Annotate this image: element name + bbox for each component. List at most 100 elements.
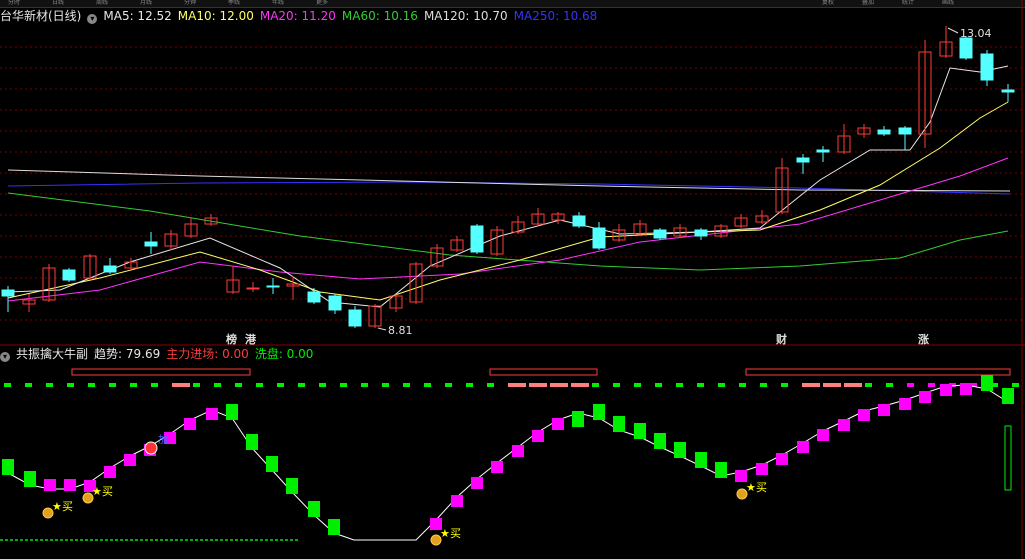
signal-dash-151 bbox=[151, 383, 158, 387]
trend-bar-10 bbox=[206, 408, 218, 420]
signal-dash-319 bbox=[319, 383, 326, 387]
signal-dash-823 bbox=[823, 383, 841, 387]
signal-dash-571 bbox=[571, 383, 589, 387]
trend-bar-14 bbox=[286, 478, 298, 494]
signal-dash-172 bbox=[172, 383, 190, 387]
candle-body-12 bbox=[246, 287, 260, 290]
trend-bar-31 bbox=[634, 423, 646, 439]
signal-dash-802 bbox=[802, 383, 820, 387]
signal-dash-46 bbox=[46, 383, 53, 387]
trend-bar-47 bbox=[960, 383, 972, 395]
signal-dash-907 bbox=[907, 383, 914, 387]
signal-dash-655 bbox=[655, 383, 662, 387]
trend-bar-49 bbox=[1002, 388, 1014, 404]
signal-dash-361 bbox=[361, 383, 368, 387]
trend-bar-42 bbox=[858, 409, 870, 421]
chart-canvas[interactable]: 13.048.81★ 买★ 买★ 买★ 买加 bbox=[0, 0, 1025, 559]
trend-bar-3 bbox=[64, 479, 76, 491]
candle-body-40 bbox=[816, 149, 830, 153]
trend-bar-40 bbox=[817, 429, 829, 441]
candle-body-13 bbox=[266, 285, 280, 288]
trend-bar-15 bbox=[308, 501, 320, 517]
signal-dash-1012 bbox=[1012, 383, 1019, 387]
trend-bar-6 bbox=[124, 454, 136, 466]
signal-dash-844 bbox=[844, 383, 862, 387]
signal-dash-88 bbox=[88, 383, 95, 387]
trend-bar-25 bbox=[512, 445, 524, 457]
trend-bar-34 bbox=[695, 452, 707, 468]
signal-dash-739 bbox=[739, 383, 746, 387]
band-outline-2 bbox=[745, 368, 1011, 376]
trend-bar-22 bbox=[451, 495, 463, 507]
trend-bar-26 bbox=[532, 430, 544, 442]
signal-dash-634 bbox=[634, 383, 641, 387]
star-icon-1: ★ bbox=[92, 485, 102, 498]
trend-bar-0 bbox=[2, 459, 14, 475]
candle-body-29 bbox=[592, 227, 606, 249]
candle-body-49 bbox=[1001, 89, 1015, 93]
candle-body-3 bbox=[62, 269, 76, 281]
trend-bar-27 bbox=[552, 418, 564, 430]
trend-bar-33 bbox=[674, 442, 686, 458]
candle-body-44 bbox=[898, 127, 912, 135]
candle-body-28 bbox=[572, 215, 586, 227]
trend-bar-28 bbox=[572, 411, 584, 427]
trend-bar-44 bbox=[899, 398, 911, 410]
trend-bar-1 bbox=[24, 471, 36, 487]
trend-bar-37 bbox=[756, 463, 768, 475]
buy-label-2: 买 bbox=[450, 527, 461, 540]
signal-dash-550 bbox=[550, 383, 568, 387]
add-position-icon bbox=[144, 441, 158, 455]
signal-dash-760 bbox=[760, 383, 767, 387]
signal-dash-676 bbox=[676, 383, 683, 387]
trend-bar-46 bbox=[940, 384, 952, 396]
signal-dash-298 bbox=[298, 383, 305, 387]
signal-dash-718 bbox=[718, 383, 725, 387]
signal-dash-109 bbox=[109, 383, 116, 387]
trend-bar-43 bbox=[878, 404, 890, 416]
buy-label-1: 买 bbox=[102, 485, 113, 498]
signal-dash-445 bbox=[445, 383, 452, 387]
signal-dash-487 bbox=[487, 383, 494, 387]
ma5-line bbox=[7, 65, 1009, 308]
signal-dash-613 bbox=[613, 383, 620, 387]
signal-dash-4 bbox=[4, 383, 11, 387]
high-price-label: 13.04 bbox=[960, 27, 992, 40]
candle-body-43 bbox=[877, 129, 891, 135]
trend-bar-35 bbox=[715, 462, 727, 478]
trend-bar-30 bbox=[613, 416, 625, 432]
signal-dash-235 bbox=[235, 383, 242, 387]
signal-dash-697 bbox=[697, 383, 704, 387]
trend-bar-38 bbox=[776, 453, 788, 465]
signal-dash-214 bbox=[214, 383, 221, 387]
star-icon-3: ★ bbox=[746, 481, 756, 494]
trend-bar-39 bbox=[797, 441, 809, 453]
signal-dash-781 bbox=[781, 383, 788, 387]
stock-chart-window: 分时 日线 周线 月线 分钟 季线 年线 更多 复权 叠加 统计 画线 台华新材(日线) ▾ MA5: 1… bbox=[0, 0, 1025, 559]
wash-box bbox=[1004, 425, 1012, 491]
signal-dash-592 bbox=[592, 383, 599, 387]
trend-bar-29 bbox=[593, 404, 605, 420]
candle-body-15 bbox=[307, 291, 321, 303]
low-pointer bbox=[377, 327, 387, 331]
ma60-line bbox=[7, 192, 1009, 271]
signal-dash-424 bbox=[424, 383, 431, 387]
candle-body-48 bbox=[980, 53, 994, 81]
candle-body-5 bbox=[103, 265, 117, 273]
candle-body-34 bbox=[694, 229, 708, 237]
candle-body-7 bbox=[144, 241, 158, 247]
signal-dash-130 bbox=[130, 383, 137, 387]
signal-dash-466 bbox=[466, 383, 473, 387]
candle-body-39 bbox=[796, 157, 810, 163]
trend-bar-13 bbox=[266, 456, 278, 472]
signal-dash-403 bbox=[403, 383, 410, 387]
star-icon-2: ★ bbox=[440, 527, 450, 540]
signal-dash-865 bbox=[865, 383, 872, 387]
candle-body-0 bbox=[1, 289, 15, 297]
trend-bar-23 bbox=[471, 477, 483, 489]
signal-dash-25 bbox=[25, 383, 32, 387]
ma20-line bbox=[7, 157, 1009, 302]
signal-dash-382 bbox=[382, 383, 389, 387]
signal-dash-928 bbox=[928, 383, 935, 387]
trend-bar-5 bbox=[104, 466, 116, 478]
